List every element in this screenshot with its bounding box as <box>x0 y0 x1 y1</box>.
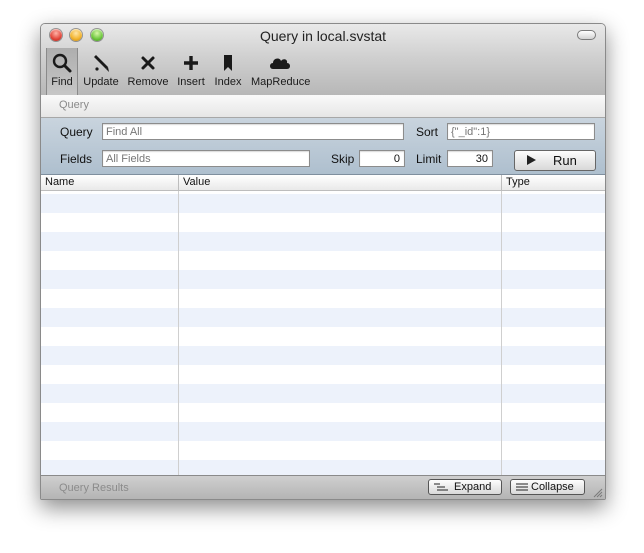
expand-button-label: Expand <box>454 481 492 493</box>
fields-input[interactable]: All Fields <box>102 150 310 167</box>
column-divider <box>178 175 179 475</box>
query-results-label: Query Results <box>59 482 129 494</box>
fields-label: Fields <box>60 152 93 166</box>
toolbar-update-label: Update <box>83 76 119 88</box>
x-icon <box>141 56 155 70</box>
collapse-button-label: Collapse <box>531 481 574 493</box>
magnifier-icon <box>52 53 72 73</box>
bookmark-icon <box>224 55 232 71</box>
titlebar: Query in local.svstat Find Update Remove <box>41 24 605 101</box>
window-title: Query in local.svstat <box>259 28 387 44</box>
results-footer: Query Results Expand Collapse <box>41 475 605 499</box>
column-divider <box>501 175 502 475</box>
column-header-name[interactable]: Name <box>45 176 74 188</box>
skip-label: Skip <box>331 152 355 166</box>
collapse-button[interactable]: Collapse <box>510 479 585 495</box>
toolbar-insert-label: Insert <box>177 76 205 88</box>
toolbar-mapreduce-label: MapReduce <box>251 76 311 88</box>
resize-grip-icon[interactable] <box>593 488 603 498</box>
toolbar-mapreduce-button[interactable]: MapReduce <box>251 52 311 88</box>
skip-input[interactable]: 0 <box>359 150 405 167</box>
toolbar-update-button[interactable]: Update <box>82 52 120 88</box>
results-table[interactable]: Name Value Type <box>41 175 605 475</box>
run-button-label: Run <box>553 153 577 168</box>
toolbar-find-button[interactable]: Find <box>46 48 78 100</box>
toolbar-find-label: Find <box>51 76 73 88</box>
toolbar-remove-button[interactable]: Remove <box>127 52 169 88</box>
collapse-icon <box>516 483 528 491</box>
toolbar-index-label: Index <box>214 76 242 88</box>
sort-input[interactable]: {"_id":1} <box>447 123 595 140</box>
query-tab-strip: Query <box>41 95 605 118</box>
tab-query[interactable]: Query <box>59 99 89 111</box>
query-window: Query in local.svstat Find Update Remove <box>40 23 606 500</box>
column-header-value[interactable]: Value <box>183 176 210 188</box>
header-divider <box>178 175 179 190</box>
sort-label: Sort <box>416 125 439 139</box>
limit-label: Limit <box>416 152 442 166</box>
query-label: Query <box>60 125 93 139</box>
pen-icon <box>94 55 109 72</box>
toolbar-index-button[interactable]: Index <box>212 52 244 88</box>
expand-icon <box>434 483 448 491</box>
play-icon <box>527 155 536 165</box>
toolbar-remove-label: Remove <box>127 76 169 88</box>
plus-icon <box>184 56 198 70</box>
toolbar-insert-button[interactable]: Insert <box>175 52 207 88</box>
query-input[interactable]: Find All <box>102 123 404 140</box>
limit-input[interactable]: 30 <box>447 150 493 167</box>
column-header-type[interactable]: Type <box>506 176 530 188</box>
query-form: Query Find All Sort {"_id":1} Fields All… <box>41 118 605 175</box>
results-table-header: Name Value Type <box>41 175 605 191</box>
header-divider <box>501 175 502 190</box>
toolbar-toggle-button[interactable] <box>577 30 596 40</box>
expand-button[interactable]: Expand <box>428 479 502 495</box>
run-button[interactable]: Run <box>514 150 596 171</box>
cloud-icon <box>270 58 290 69</box>
